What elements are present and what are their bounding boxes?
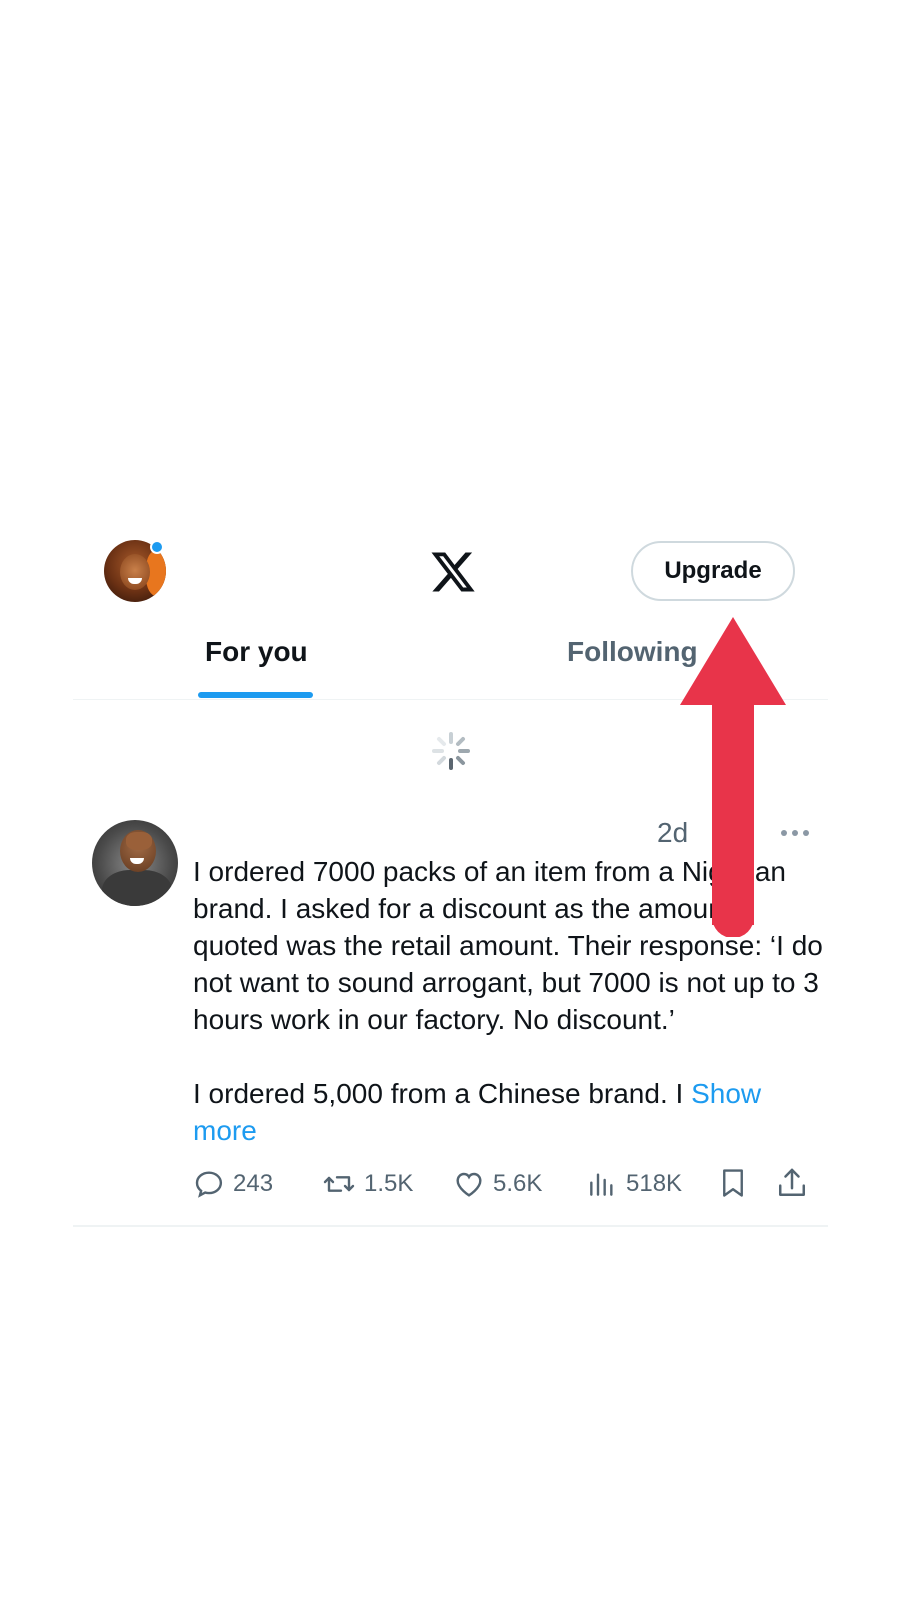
views-icon bbox=[590, 1173, 613, 1196]
bookmark-button[interactable] bbox=[718, 1166, 748, 1200]
tweet-author-avatar[interactable] bbox=[92, 820, 178, 906]
like-button[interactable]: 5.6K bbox=[453, 1168, 542, 1200]
tab-for-you[interactable]: For you bbox=[205, 636, 308, 668]
retweet-count: 1.5K bbox=[364, 1170, 414, 1197]
views-button[interactable]: 518K bbox=[586, 1168, 682, 1200]
upgrade-button-label: Upgrade bbox=[664, 557, 762, 584]
tweet-text-paragraph-2: I ordered 5,000 from a Chinese brand. I … bbox=[193, 1075, 823, 1149]
tweet-text-paragraph-2-text: I ordered 5,000 from a Chinese brand. I bbox=[193, 1078, 684, 1109]
share-button[interactable] bbox=[776, 1166, 808, 1200]
reply-icon bbox=[195, 1171, 223, 1198]
active-tab-indicator bbox=[198, 692, 313, 698]
tab-following[interactable]: Following bbox=[567, 636, 698, 668]
reply-count: 243 bbox=[233, 1170, 274, 1197]
red-arrow-annotation bbox=[680, 617, 786, 937]
screen: Upgrade For you Following 2d I ordered 7… bbox=[0, 0, 900, 1600]
like-icon bbox=[456, 1172, 482, 1197]
x-logo-icon bbox=[431, 552, 475, 592]
reply-button[interactable]: 243 bbox=[193, 1168, 273, 1200]
tweet-divider bbox=[73, 1225, 828, 1227]
upgrade-button[interactable]: Upgrade bbox=[631, 541, 795, 601]
retweet-icon bbox=[323, 1176, 355, 1192]
views-count: 518K bbox=[626, 1170, 683, 1197]
bookmark-icon bbox=[723, 1169, 743, 1197]
share-icon bbox=[778, 1168, 806, 1197]
like-count: 5.6K bbox=[493, 1170, 543, 1197]
retweet-button[interactable]: 1.5K bbox=[322, 1168, 413, 1200]
loading-spinner-icon bbox=[432, 732, 470, 770]
notification-dot bbox=[150, 540, 164, 554]
